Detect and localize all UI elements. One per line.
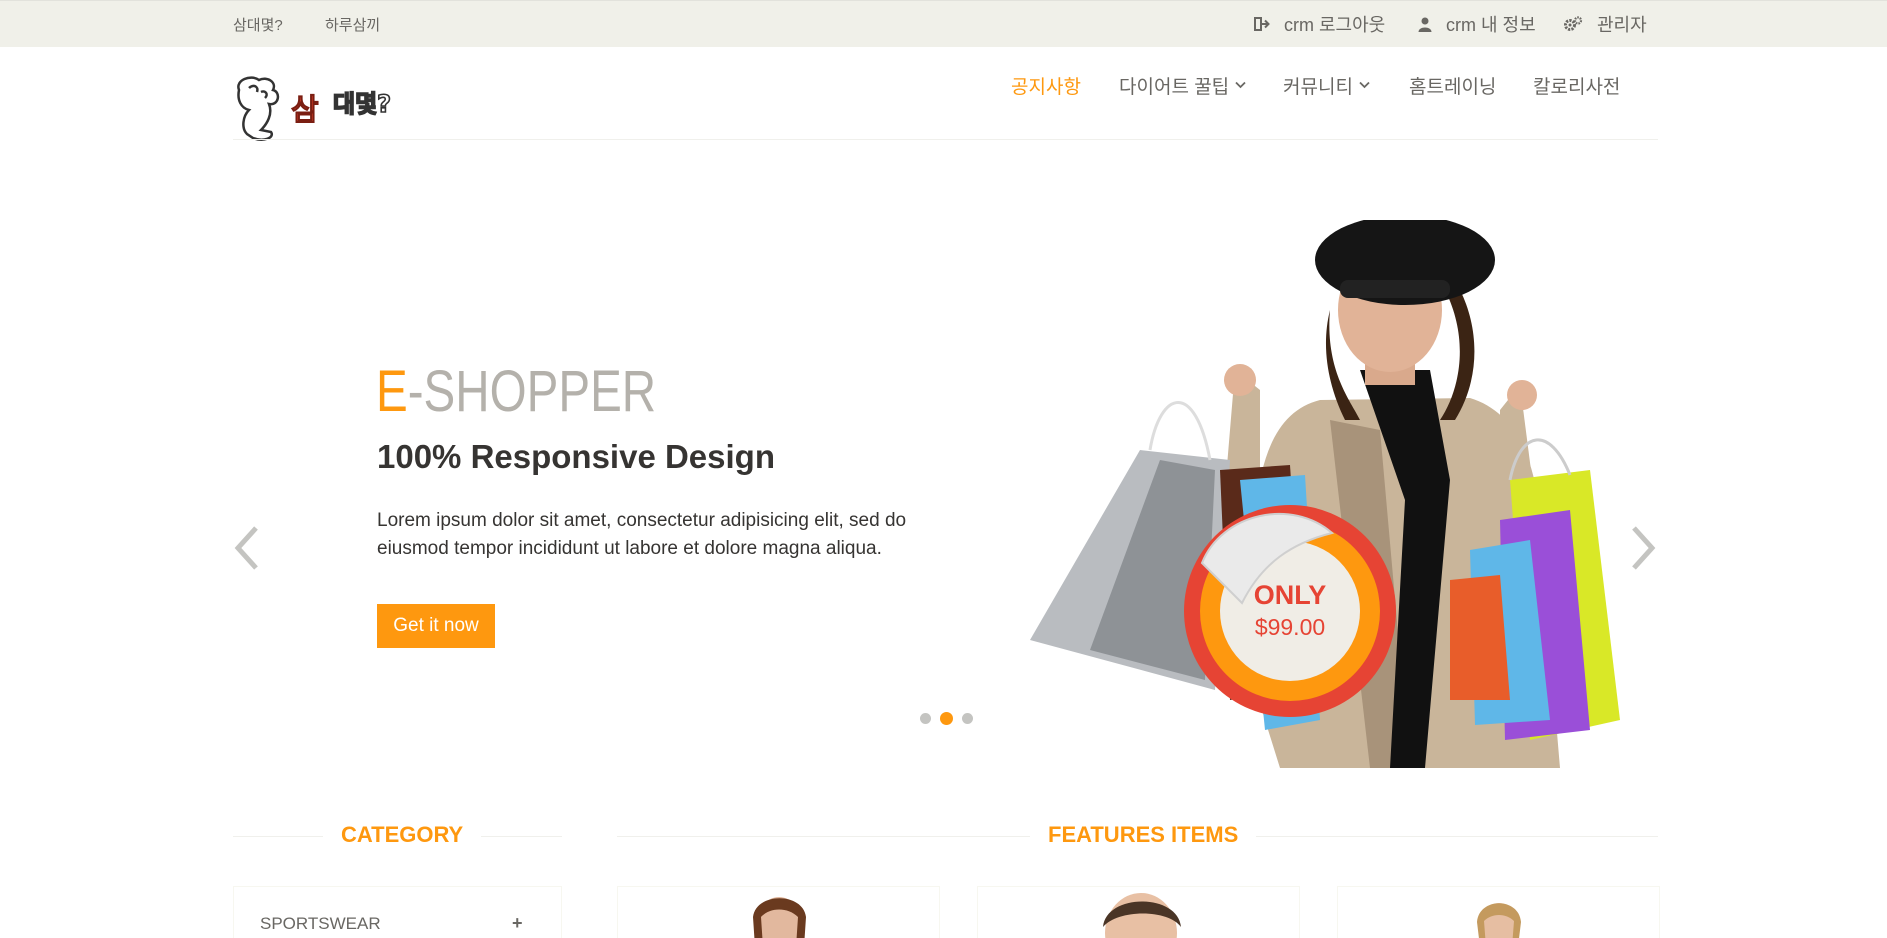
nav-notice-label: 공지사항 <box>1011 76 1081 98</box>
slider-description: Lorem ipsum dolor sit amet, consectetur … <box>377 510 907 559</box>
slider-prev-arrow[interactable] <box>232 524 262 572</box>
nav-home-training-label: 홈트레이닝 <box>1409 76 1497 98</box>
nav-community[interactable]: 커뮤니티 <box>1283 72 1370 98</box>
nav-notice[interactable]: 공지사항 <box>1011 72 1081 98</box>
topbar-link-samdaemyeot[interactable]: 삼대몇? <box>233 14 283 35</box>
top-bar: 삼대몇? 하루삼끼 crm 로그아웃 crm 내 정보 관리자 <box>0 0 1887 47</box>
price-tag-badge <box>1184 505 1396 717</box>
slider-brand: E-SHOPPER <box>376 358 656 425</box>
chevron-down-icon <box>1235 81 1246 89</box>
product-image <box>1477 903 1521 938</box>
nav-home-training[interactable]: 홈트레이닝 <box>1409 72 1496 98</box>
plus-icon[interactable]: + <box>512 913 523 934</box>
profile-label: crm 내 정보 <box>1446 15 1536 35</box>
price-only-label: ONLY <box>1253 580 1327 610</box>
category-title: CATEGORY <box>323 822 482 848</box>
nav-diet-tips[interactable]: 다이어트 꿀팁 <box>1119 72 1246 98</box>
slider-dot-1[interactable] <box>920 713 931 724</box>
feature-item-card[interactable] <box>977 886 1300 938</box>
nav-community-label: 커뮤니티 <box>1283 76 1353 98</box>
feature-item-card[interactable] <box>1337 886 1660 938</box>
price-value: $99.00 <box>1254 614 1326 640</box>
slider-brand-accent: E <box>376 359 408 424</box>
svg-text:삼: 삼 <box>291 93 319 128</box>
gears-icon <box>1564 16 1583 31</box>
admin-label: 관리자 <box>1597 15 1647 35</box>
sign-out-icon <box>1254 17 1270 31</box>
category-item-sportswear[interactable]: SPORTSWEAR <box>260 914 381 934</box>
nav-calorie-dictionary-label: 칼로리사전 <box>1533 76 1621 98</box>
admin-link[interactable]: 관리자 <box>1563 11 1647 37</box>
features-title: FEATURES ITEMS <box>1030 822 1257 848</box>
feature-item-card[interactable] <box>617 886 940 938</box>
product-image <box>1103 893 1181 938</box>
nav-diet-tips-label: 다이어트 꿀팁 <box>1119 76 1230 98</box>
slider-brand-rest: -SHOPPER <box>407 359 657 424</box>
topbar-link-harusamkki[interactable]: 하루삼끼 <box>325 14 380 35</box>
nav-calorie-dictionary[interactable]: 칼로리사전 <box>1533 72 1620 98</box>
slider-dot-2[interactable] <box>940 712 953 725</box>
product-image <box>753 897 806 938</box>
site-logo[interactable]: 삼 대몇? <box>233 72 423 142</box>
chevron-down-icon <box>1359 81 1370 89</box>
header-divider <box>233 139 1658 140</box>
user-icon <box>1418 17 1432 32</box>
logout-link[interactable]: crm 로그아웃 <box>1254 11 1385 37</box>
slider-subtitle: 100% Responsive Design <box>377 438 775 475</box>
profile-link[interactable]: crm 내 정보 <box>1418 11 1536 37</box>
slider-indicators <box>920 712 973 725</box>
slider-dot-3[interactable] <box>962 713 973 724</box>
get-it-now-button[interactable]: Get it now <box>377 604 495 648</box>
logout-label: crm 로그아웃 <box>1284 15 1386 35</box>
svg-text:대몇?: 대몇? <box>333 90 391 118</box>
